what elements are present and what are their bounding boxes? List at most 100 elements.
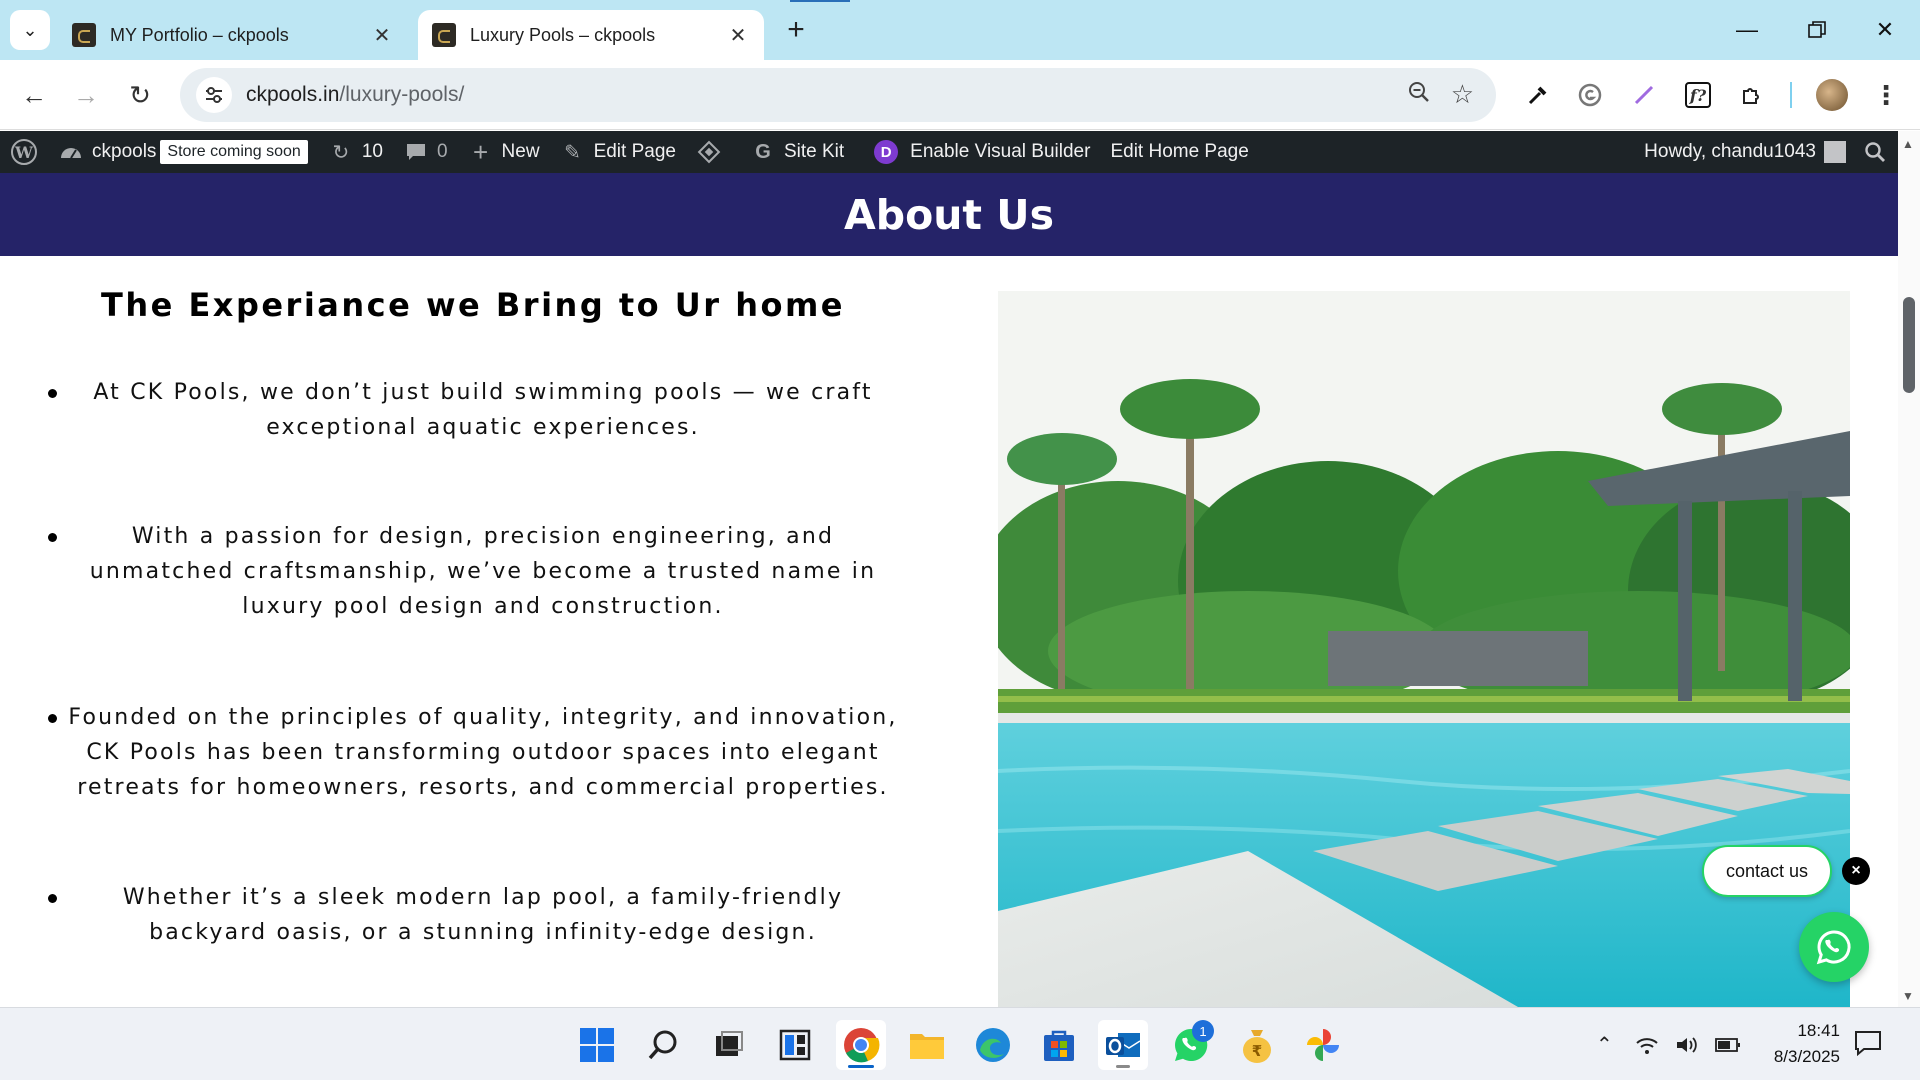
back-button[interactable]: ← [12, 73, 56, 117]
bookmark-star-icon[interactable]: ☆ [1451, 79, 1474, 110]
section-heading: The Experiance we Bring to Ur home [100, 286, 845, 324]
extensions-puzzle-icon[interactable] [1732, 75, 1772, 115]
chevron-up-icon[interactable]: ⌃ [1596, 1032, 1613, 1057]
contact-us-button[interactable]: contact us [1702, 845, 1832, 897]
widgets-button[interactable] [770, 1020, 820, 1070]
active-app-indicator [848, 1065, 874, 1068]
restore-button[interactable] [1794, 8, 1840, 52]
wp-logo-menu[interactable]: W [0, 131, 48, 173]
edit-page-label: Edit Page [593, 141, 676, 162]
browser-tab-strip: ⌄ MY Portfolio – ckpools ✕ Luxury Pools … [0, 0, 1920, 60]
ckpools-favicon-icon [432, 23, 456, 47]
comment-bubble-icon [403, 139, 429, 165]
visual-builder-label: Enable Visual Builder [910, 141, 1091, 162]
system-clock[interactable]: 18:41 8/3/2025 [1730, 1018, 1840, 1070]
scroll-up-icon[interactable]: ▲ [1902, 137, 1914, 151]
search-icon [1865, 142, 1885, 162]
tab-title: Luxury Pools – ckpools [470, 24, 656, 45]
taskbar-money-app[interactable]: ₹ [1232, 1020, 1282, 1070]
volume-icon[interactable] [1675, 1035, 1699, 1055]
wp-site-kit-menu[interactable]: G Site Kit [740, 131, 854, 173]
search-button[interactable] [638, 1020, 688, 1070]
wifi-icon[interactable] [1635, 1035, 1659, 1055]
wp-visual-builder-link[interactable]: D Enable Visual Builder [854, 131, 1100, 173]
list-item: With a passion for design, precision eng… [48, 519, 898, 624]
page-viewport: About Us The Experiance we Bring to Ur h… [0, 173, 1898, 1007]
address-bar[interactable]: ckpools.in/luxury-pools/ ☆ [180, 68, 1496, 122]
list-item: Whether it’s a sleek modern lap pool, a … [48, 880, 898, 950]
new-label: New [501, 141, 540, 162]
taskbar-outlook[interactable] [1098, 1020, 1148, 1070]
list-item: Founded on the principles of quality, in… [48, 700, 898, 805]
browser-tab-luxury-pools[interactable]: Luxury Pools – ckpools ✕ [418, 10, 764, 60]
close-icon[interactable]: ✕ [726, 23, 750, 47]
folder-icon [910, 1034, 944, 1059]
bullet-dot [48, 894, 57, 903]
taskbar-file-explorer[interactable] [902, 1020, 952, 1070]
wp-updates-link[interactable]: ↻ 10 [318, 131, 393, 173]
wp-comments-link[interactable]: 0 [393, 131, 458, 173]
scroll-down-icon[interactable]: ▼ [1902, 989, 1914, 1003]
whatsapp-chat-button[interactable] [1799, 912, 1869, 982]
list-item: At CK Pools, we don’t just build swimmin… [48, 375, 898, 445]
taskbar-whatsapp[interactable]: 1 [1166, 1020, 1216, 1070]
browser-tab-portfolio[interactable]: MY Portfolio – ckpools ✕ [58, 10, 408, 60]
task-view-button[interactable] [704, 1020, 754, 1070]
wp-account-menu[interactable]: Howdy, chandu1043 [1634, 131, 1860, 173]
minimize-button[interactable]: — [1724, 8, 1770, 52]
money-bag-icon: ₹ [1243, 1030, 1271, 1063]
wp-edit-home-link[interactable]: Edit Home Page [1100, 131, 1258, 173]
whatsapp-icon [1816, 930, 1851, 965]
new-tab-button[interactable]: + [778, 12, 814, 48]
grammarly-extension-icon[interactable] [1570, 75, 1610, 115]
wp-seo-menu[interactable] [686, 131, 740, 173]
font-extension-icon[interactable]: f? [1678, 75, 1718, 115]
scrollbar-thumb[interactable] [1903, 297, 1915, 393]
system-tray: ⌃ [1596, 1008, 1741, 1081]
luxury-pool-photo [998, 291, 1850, 1007]
list-item-text: With a passion for design, precision eng… [89, 524, 877, 619]
close-icon[interactable]: ✕ [370, 23, 394, 47]
taskbar-photos[interactable] [1298, 1020, 1348, 1070]
comments-count: 0 [436, 141, 448, 162]
about-banner: About Us [0, 173, 1898, 256]
arrow-left-icon: ← [21, 79, 47, 110]
notifications-button[interactable] [1854, 1030, 1882, 1061]
close-window-button[interactable]: ✕ [1862, 8, 1908, 52]
minimize-icon: — [1736, 17, 1758, 42]
reload-button[interactable]: ↻ [118, 73, 162, 117]
banner-title: About Us [843, 190, 1054, 239]
pen-extension-icon[interactable] [1624, 75, 1664, 115]
close-icon[interactable]: × [1842, 857, 1870, 885]
notification-badge: 1 [1192, 1020, 1214, 1042]
profile-avatar[interactable] [1816, 79, 1848, 111]
wp-search-button[interactable] [1860, 131, 1898, 173]
forward-button[interactable]: → [64, 73, 108, 117]
wp-new-content-menu[interactable]: + New [458, 131, 550, 173]
url-path: /luxury-pools/ [339, 83, 465, 106]
list-item-text: At CK Pools, we don’t just build swimmin… [93, 380, 873, 440]
search-icon [648, 1030, 677, 1060]
tab-search-button[interactable]: ⌄ [10, 10, 50, 50]
google-g-icon: G [755, 140, 771, 163]
diamond-icon [696, 139, 722, 165]
taskbar-chrome[interactable] [836, 1020, 886, 1070]
taskbar-edge[interactable] [968, 1020, 1018, 1070]
chrome-icon [844, 1028, 880, 1063]
divi-icon: D [874, 140, 899, 164]
site-info-icon[interactable] [196, 77, 232, 113]
start-button[interactable] [572, 1020, 622, 1070]
updates-count: 10 [361, 141, 383, 162]
eyedropper-extension-icon[interactable] [1518, 75, 1558, 115]
menu-kebab-icon[interactable]: ⋮ [1866, 75, 1906, 115]
dashboard-gauge-icon [58, 139, 84, 165]
store-status-badge: Store coming soon [160, 140, 308, 164]
wp-edit-page-link[interactable]: ✎ Edit Page [550, 131, 686, 173]
close-icon: ✕ [1875, 17, 1895, 42]
taskbar-store[interactable] [1034, 1020, 1084, 1070]
store-icon [1044, 1030, 1074, 1061]
wp-site-menu[interactable]: ckpools Store coming soon [48, 131, 318, 173]
zoom-icon[interactable] [1408, 81, 1430, 109]
chevron-down-icon: ⌄ [22, 19, 38, 40]
page-scrollbar[interactable]: ▲ ▼ [1898, 131, 1920, 1007]
